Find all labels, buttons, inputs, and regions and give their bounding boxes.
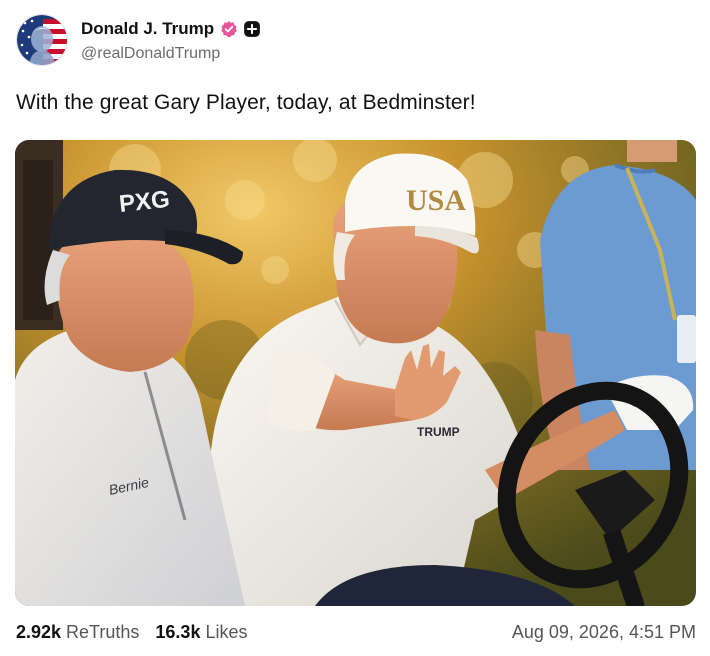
cap-usa-text: USA: [406, 184, 466, 217]
post-footer: 2.92k ReTruths 16.3k Likes Aug 09, 2026,…: [16, 620, 696, 644]
avatar[interactable]: [16, 14, 68, 66]
name-row: Donald J. Trump: [81, 17, 261, 41]
retruths-stat[interactable]: 2.92k ReTruths: [16, 622, 139, 643]
likes-stat[interactable]: 16.3k Likes: [155, 622, 247, 643]
shirt-right-text: TRUMP: [417, 425, 460, 439]
author-names: Donald J. Trump @realDonaldTrump: [81, 17, 261, 63]
post-header: Donald J. Trump @realDonaldTrump: [16, 13, 261, 67]
likes-label: Likes: [205, 621, 248, 642]
cap-pxg-text: PXG: [118, 186, 171, 218]
flag-portrait-avatar-icon: [17, 15, 67, 65]
post-image[interactable]: USA Bernie PXG TRUMP: [15, 140, 696, 606]
post-text: With the great Gary Player, today, at Be…: [16, 91, 476, 114]
plus-badge-icon: [244, 21, 261, 37]
likes-count: 16.3k: [155, 621, 201, 642]
retruths-count: 2.92k: [16, 621, 62, 642]
post-timestamp[interactable]: Aug 09, 2026, 4:51 PM: [512, 622, 696, 643]
golf-cart-photo: USA Bernie PXG TRUMP: [15, 140, 696, 606]
handle[interactable]: @realDonaldTrump: [81, 45, 261, 63]
verified-badge-icon: [221, 21, 238, 38]
display-name[interactable]: Donald J. Trump: [81, 19, 214, 39]
retruths-label: ReTruths: [66, 621, 140, 642]
